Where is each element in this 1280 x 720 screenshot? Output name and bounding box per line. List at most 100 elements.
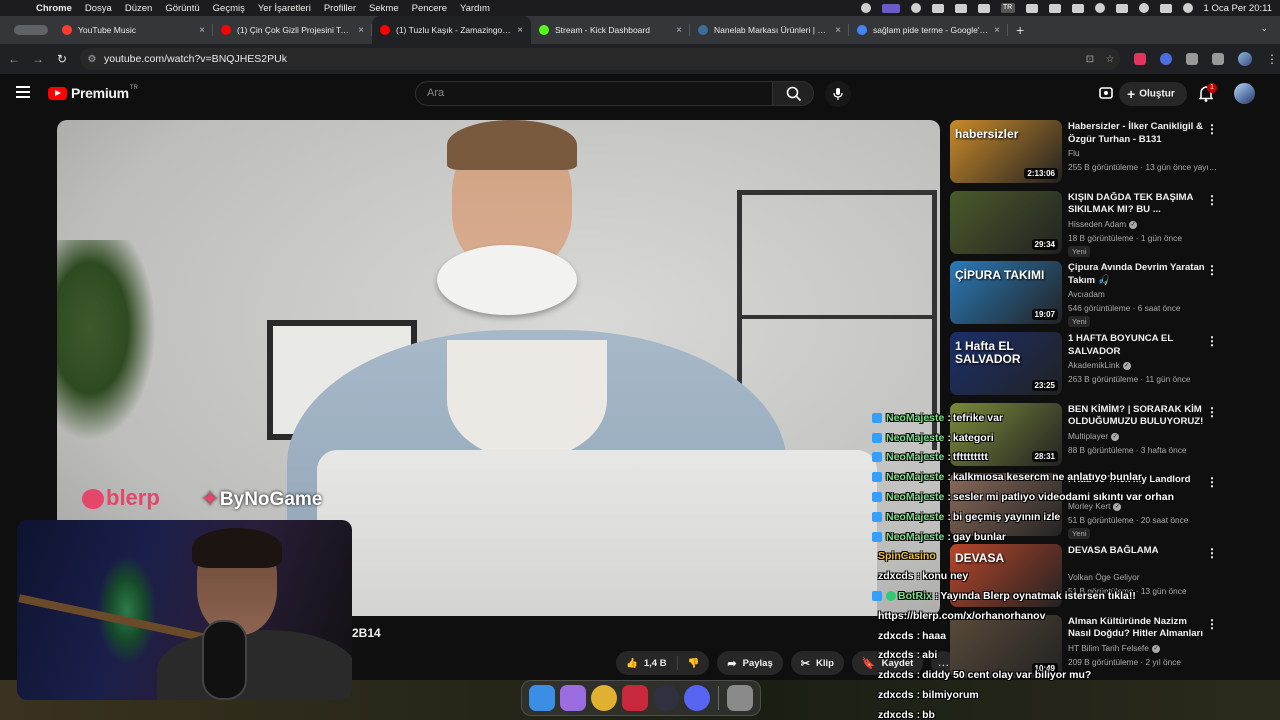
install-app-icon[interactable]: ⊡: [1080, 54, 1100, 65]
tab-4[interactable]: Nanelab Markası Ürünleri | Rosse ×: [690, 16, 849, 44]
chat-username[interactable]: zdxcds: [878, 630, 914, 642]
dock-launchpad-icon[interactable]: [560, 685, 586, 711]
audio-control-icon[interactable]: [977, 3, 990, 13]
clip-button[interactable]: ✂ Klip: [790, 651, 844, 675]
extension-blue-icon[interactable]: [1160, 53, 1172, 65]
menu-goruntu[interactable]: Görüntü: [165, 3, 199, 14]
chat-username[interactable]: NeoMajeste: [886, 531, 944, 543]
sidebar-video-card[interactable]: ÇİPURA TAKIMI 19:07 Çipura Avında Devrim Y…: [950, 261, 1230, 332]
reload-button[interactable]: ↻: [50, 52, 74, 66]
menu-extra-icon[interactable]: [954, 3, 967, 13]
search-input[interactable]: Ara: [415, 81, 773, 106]
dock-obs-icon[interactable]: [653, 685, 679, 711]
new-tab-button[interactable]: +: [1016, 22, 1024, 38]
search-button[interactable]: [772, 81, 814, 106]
status-app-icon[interactable]: [910, 3, 921, 13]
menu-gecmis[interactable]: Geçmiş: [213, 3, 245, 14]
reading-list-icon[interactable]: [1212, 53, 1224, 65]
dock-app-red-icon[interactable]: [622, 685, 648, 711]
tab-close-icon[interactable]: ×: [358, 25, 364, 36]
share-button[interactable]: ➦ Paylaş: [717, 651, 783, 675]
more-options-icon[interactable]: ⋮: [1206, 193, 1218, 207]
more-options-icon[interactable]: ⋮: [1206, 263, 1218, 277]
address-bar[interactable]: ⚙ youtube.com/watch?v=BNQJHES2PUk ⊡ ☆: [80, 48, 1120, 70]
tab-close-icon[interactable]: ×: [199, 25, 205, 36]
channel-name[interactable]: Hisseden Adam ✓: [1068, 219, 1138, 229]
like-button[interactable]: 👍 1,4 B: [616, 656, 678, 670]
bookmark-star-icon[interactable]: ☆: [1100, 54, 1120, 65]
camera-status-icon[interactable]: [931, 3, 944, 13]
more-options-icon[interactable]: ⋮: [1206, 122, 1218, 136]
dock-chrome-icon[interactable]: [591, 685, 617, 711]
forward-button[interactable]: →: [26, 52, 50, 66]
menu-yer-isaretleri[interactable]: Yer İşaretleri: [258, 3, 311, 14]
tab-close-icon[interactable]: ×: [517, 25, 523, 36]
video-thumbnail[interactable]: 1 Hafta EL SALVADOR 23:25: [950, 332, 1062, 396]
chat-username[interactable]: NeoMajeste: [886, 451, 944, 463]
site-info-icon[interactable]: ⚙: [80, 54, 104, 65]
tab-close-icon[interactable]: ×: [994, 25, 1000, 36]
more-options-icon[interactable]: ⋮: [1206, 334, 1218, 348]
volume-icon[interactable]: [1025, 3, 1038, 13]
display-icon[interactable]: [1071, 3, 1084, 13]
menu-dosya[interactable]: Dosya: [85, 3, 112, 14]
tab-search-icon[interactable]: ⌄: [1260, 23, 1268, 34]
dislike-button[interactable]: 👎: [678, 658, 710, 669]
playback-icon[interactable]: [1094, 3, 1105, 13]
tab-3[interactable]: Stream - Kick Dashboard ×: [531, 16, 690, 44]
menu-sekme[interactable]: Sekme: [369, 3, 399, 14]
dock-discord-icon[interactable]: [684, 685, 710, 711]
menu-pencere[interactable]: Pencere: [412, 3, 447, 14]
wifi-icon[interactable]: [1115, 3, 1128, 13]
tab-close-icon[interactable]: ×: [676, 25, 682, 36]
channel-name[interactable]: Flu: [1068, 148, 1080, 158]
tab-5[interactable]: sağlam pide terme - Google'da Ara ×: [849, 16, 1008, 44]
video-title[interactable]: KIŞIN DAĞDA TEK BAŞIMA SIKILMAK MI? BU .…: [1068, 192, 1208, 217]
chrome-profile-avatar[interactable]: [1238, 52, 1252, 66]
screen-share-icon[interactable]: [881, 3, 900, 13]
sidebar-video-card[interactable]: habersizler 2:13:06 Habersizler - İlker Ca…: [950, 120, 1230, 191]
tab-close-icon[interactable]: ×: [835, 25, 841, 36]
voice-search-button[interactable]: [825, 81, 851, 107]
chat-username[interactable]: zdxcds: [878, 689, 914, 701]
create-button[interactable]: + Oluştur: [1119, 82, 1187, 106]
chat-username[interactable]: zdxcds: [878, 709, 914, 720]
chat-username[interactable]: NeoMajeste: [886, 412, 944, 424]
control-center-icon[interactable]: [1159, 3, 1172, 13]
tab-1[interactable]: (1) Çin Çok Gizli Projesini Tamamladı ×: [213, 16, 372, 44]
cast-icon[interactable]: [1098, 86, 1114, 102]
channel-name[interactable]: AkademikLink ✓: [1068, 360, 1131, 370]
menu-profiller[interactable]: Profiller: [324, 3, 356, 14]
extension-red-icon[interactable]: [1134, 53, 1146, 65]
siri-icon[interactable]: [1182, 3, 1193, 13]
chat-username[interactable]: NeoMajeste: [886, 491, 944, 503]
youtube-premium-logo[interactable]: Premium TR: [48, 85, 138, 101]
battery-icon[interactable]: [1048, 3, 1061, 13]
chat-username[interactable]: SpinCasino: [878, 550, 936, 562]
video-title[interactable]: Çipura Avında Devrim Yaratan Takım 🎣: [1068, 262, 1208, 287]
sidebar-video-card[interactable]: 29:34 KIŞIN DAĞDA TEK BAŞIMA SIKILMAK MI?…: [950, 190, 1230, 262]
extensions-puzzle-icon[interactable]: [1186, 53, 1198, 65]
tab-2[interactable]: (1) Tuzlu Kaşık - Zamazingo Tuzlu ×: [372, 16, 531, 44]
menubar-clock[interactable]: 1 Oca Per 20:11: [1204, 3, 1272, 14]
dock-finder-icon[interactable]: [529, 685, 555, 711]
account-avatar[interactable]: [1234, 83, 1255, 104]
chat-username[interactable]: NeoMajeste: [886, 471, 944, 483]
url-text[interactable]: youtube.com/watch?v=BNQJHES2PUk: [104, 53, 1080, 65]
chat-username[interactable]: BotRix: [898, 590, 932, 602]
menu-yardim[interactable]: Yardım: [460, 3, 490, 14]
video-thumbnail[interactable]: ÇİPURA TAKIMI 19:07: [950, 261, 1062, 325]
video-thumbnail[interactable]: habersizler 2:13:06: [950, 120, 1062, 183]
chat-username[interactable]: zdxcds: [878, 669, 914, 681]
menu-app-name[interactable]: Chrome: [36, 3, 72, 14]
menu-duzen[interactable]: Düzen: [125, 3, 152, 14]
chat-username[interactable]: NeoMajeste: [886, 432, 944, 444]
chrome-menu-icon[interactable]: ⋮: [1266, 52, 1278, 66]
hamburger-menu-icon[interactable]: [16, 86, 30, 98]
video-title[interactable]: 1 HAFTA BOYUNCA EL SALVADOR TELEVİZYONLA…: [1068, 333, 1208, 359]
tab-group-chip[interactable]: [14, 25, 48, 35]
spotlight-icon[interactable]: [1138, 3, 1149, 13]
back-button[interactable]: ←: [2, 52, 26, 66]
sidebar-video-card[interactable]: 1 Hafta EL SALVADOR 23:25 1 HAFTA BOYUNCA …: [950, 332, 1230, 403]
video-thumbnail[interactable]: 29:34: [950, 190, 1062, 254]
